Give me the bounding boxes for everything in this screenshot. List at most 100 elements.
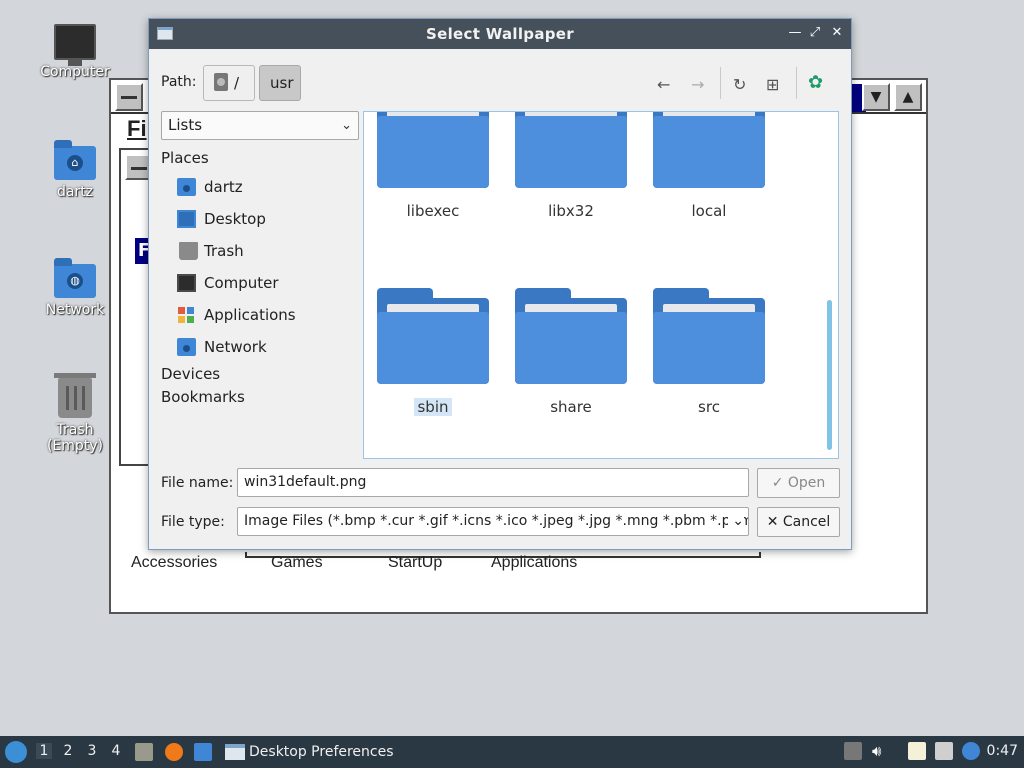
show-desktop-icon[interactable]: [194, 743, 212, 761]
sidebar-item-label: dartz: [204, 178, 243, 196]
sidebar-item-trash[interactable]: Trash: [161, 235, 361, 267]
select-wallpaper-dialog: Select Wallpaper — ⤢ ✕ Path: / usr ← → ↻…: [148, 18, 852, 550]
maximize-button[interactable]: ⤢: [807, 25, 823, 40]
sidebar-item-label: Desktop: [204, 210, 266, 228]
view-mode-value: Lists: [168, 116, 203, 134]
folder-label: local: [691, 202, 727, 220]
firefox-icon[interactable]: [165, 743, 183, 761]
taskbar: 1 2 3 4 Desktop Preferences 🔊︎ 0:47: [0, 736, 1024, 768]
folder-item[interactable]: src: [653, 288, 765, 416]
sidebar-item-network[interactable]: Network: [161, 331, 361, 363]
background-file-menu[interactable]: Fi: [127, 116, 147, 142]
breadcrumb-usr[interactable]: usr: [259, 65, 301, 101]
file-type-label: File type:: [161, 514, 225, 530]
computer-icon: [177, 274, 196, 292]
folder-label: src: [698, 398, 720, 416]
window-icon: [225, 744, 245, 760]
sidebar-item-label: Network: [204, 338, 267, 356]
file-name-input[interactable]: win31default.png: [237, 468, 749, 497]
folder-icon: [377, 288, 489, 384]
cancel-button[interactable]: ✕ Cancel: [757, 507, 840, 537]
sidebar-item-desktop[interactable]: Desktop: [161, 203, 361, 235]
minimize-arrow-button[interactable]: ▼: [862, 83, 890, 111]
trash-icon: [54, 373, 96, 418]
sidebar-item-label: Trash: [204, 242, 244, 260]
folder-label: sbin: [414, 398, 452, 416]
group-applications[interactable]: Applications: [491, 554, 577, 572]
back-arrow-icon[interactable]: ←: [657, 75, 670, 94]
settings-gear-icon[interactable]: ✿: [808, 72, 823, 93]
sidebar-item-label: Applications: [204, 306, 296, 324]
folder-label: libexec: [406, 202, 460, 220]
devices-header[interactable]: Devices: [161, 363, 361, 386]
workspace-4[interactable]: 4: [108, 743, 124, 759]
workspace-3[interactable]: 3: [84, 743, 100, 759]
toolbar-separator: [796, 67, 797, 99]
file-manager-icon[interactable]: [135, 743, 153, 761]
folder-icon: [653, 112, 765, 188]
sidebar-item-label: Computer: [204, 274, 279, 292]
forward-arrow-icon[interactable]: →: [691, 75, 704, 94]
home-folder-icon: [177, 178, 196, 196]
sidebar-item-dartz[interactable]: dartz: [161, 171, 361, 203]
folder-item[interactable]: libx32: [515, 112, 627, 220]
file-type-select[interactable]: Image Files (*.bmp *.cur *.gif *.icns *.…: [237, 507, 749, 536]
folder-label: libx32: [548, 202, 594, 220]
file-name-label: File name:: [161, 475, 234, 491]
new-folder-icon[interactable]: ⊞: [766, 75, 779, 94]
start-menu-icon[interactable]: [5, 741, 27, 763]
clipboard-icon[interactable]: [908, 742, 926, 760]
folder-item[interactable]: local: [653, 112, 765, 220]
network-status-icon[interactable]: [935, 742, 953, 760]
dialog-title: Select Wallpaper: [426, 25, 574, 43]
folder-item[interactable]: libexec: [377, 112, 489, 220]
clock[interactable]: 0:47: [987, 743, 1018, 759]
places-header[interactable]: Places: [161, 149, 361, 171]
home-folder-icon: ⌂: [54, 140, 96, 180]
dialog-titlebar[interactable]: Select Wallpaper — ⤢ ✕: [149, 19, 851, 49]
open-button[interactable]: ✓ Open: [757, 468, 840, 498]
group-startup[interactable]: StartUp: [388, 554, 442, 572]
notification-icon[interactable]: [962, 742, 980, 760]
workspace-2[interactable]: 2: [60, 743, 76, 759]
refresh-icon[interactable]: ↻: [733, 75, 746, 94]
folder-icon: [515, 112, 627, 188]
sidebar-item-applications[interactable]: Applications: [161, 299, 361, 331]
path-bar: Path: / usr ← → ↻ ⊞ ✿: [149, 49, 851, 111]
folder-icon: [515, 288, 627, 384]
desktop-icon-computer[interactable]: Computer: [27, 24, 123, 80]
eject-icon[interactable]: [844, 742, 862, 760]
toolbar-separator: [720, 67, 721, 99]
group-accessories[interactable]: Accessories: [131, 554, 217, 572]
checkmark-icon: ✓: [771, 475, 784, 491]
minimize-button[interactable]: —: [787, 25, 803, 40]
bookmarks-header[interactable]: Bookmarks: [161, 386, 361, 409]
sidebar-item-computer[interactable]: Computer: [161, 267, 361, 299]
network-icon: [177, 338, 196, 356]
close-button[interactable]: ✕: [829, 25, 845, 40]
vertical-scrollbar[interactable]: [827, 300, 832, 450]
view-mode-select[interactable]: Lists ⌄: [161, 111, 359, 140]
folder-icon: [653, 288, 765, 384]
task-label: Desktop Preferences: [249, 744, 394, 760]
taskbar-task-desktop-preferences[interactable]: Desktop Preferences: [225, 740, 394, 764]
file-list-view: libexec libx32 local sbin share src: [363, 111, 839, 459]
drive-icon: [214, 73, 228, 91]
folder-item[interactable]: share: [515, 288, 627, 416]
breadcrumb-root[interactable]: /: [203, 65, 255, 101]
maximize-arrow-button[interactable]: ▲: [894, 83, 922, 111]
file-type-value: Image Files (*.bmp *.cur *.gif *.icns *.…: [244, 513, 749, 529]
folder-item-selected[interactable]: sbin: [377, 288, 489, 416]
cancel-button-label: Cancel: [782, 514, 831, 530]
open-button-label: Open: [787, 475, 826, 491]
applications-icon: [177, 306, 196, 324]
desktop-icon: [177, 210, 196, 228]
group-games[interactable]: Games: [271, 554, 323, 572]
path-label: Path:: [161, 74, 197, 90]
cancel-icon: ✕: [766, 514, 779, 530]
system-menu-button[interactable]: [115, 83, 143, 111]
workspace-1[interactable]: 1: [36, 743, 52, 759]
chevron-down-icon: ⌄: [728, 508, 744, 535]
volume-icon[interactable]: 🔊︎: [872, 742, 890, 760]
trash-icon: [179, 242, 198, 260]
